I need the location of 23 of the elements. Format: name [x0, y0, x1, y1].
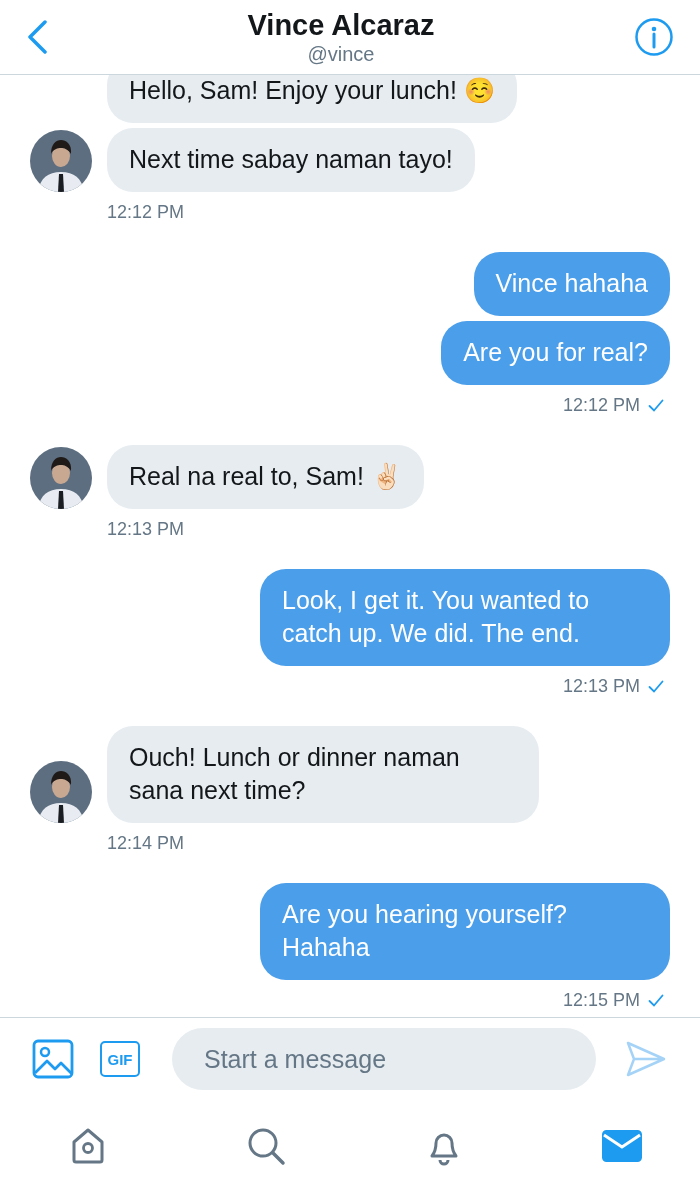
search-icon[interactable] [246, 1126, 286, 1166]
message-bubble: Next time sabay naman tayo! [107, 128, 475, 192]
message-time: 12:15 PM [562, 990, 640, 1011]
message-bubble: Ouch! Lunch or dinner naman sana next time? [107, 726, 539, 823]
message-bubble: Are you hearing yourself? Hahaha [260, 883, 670, 980]
contact-name: Vince Alcaraz [247, 8, 435, 42]
info-icon[interactable] [634, 17, 674, 57]
message-bubble: Hello, Sam! Enjoy your lunch! ☺ [107, 75, 517, 123]
contact-handle: @vince [307, 42, 375, 66]
message-time: 12:12 PM [107, 202, 185, 223]
image-icon[interactable] [32, 1039, 74, 1079]
message-bubble: Vince hahaha [473, 252, 670, 316]
message-time: 12:12 PM [562, 395, 640, 416]
back-icon[interactable] [26, 20, 48, 54]
mail-icon[interactable] [602, 1130, 642, 1162]
message-field[interactable]: Start a message [172, 1028, 596, 1090]
message-time: 12:13 PM [107, 519, 185, 540]
message-bubble: Real na real to, Sam! ✌🏻 [107, 445, 424, 509]
message-time: 12:13 PM [562, 676, 640, 697]
message-bubble: Are you for real? [441, 321, 670, 385]
gif-button[interactable]: GIF [100, 1041, 140, 1077]
message-time: 12:14 PM [107, 833, 185, 854]
message-bubble: Look, I get it. You wanted to catch up. We did. The end. [260, 569, 670, 666]
